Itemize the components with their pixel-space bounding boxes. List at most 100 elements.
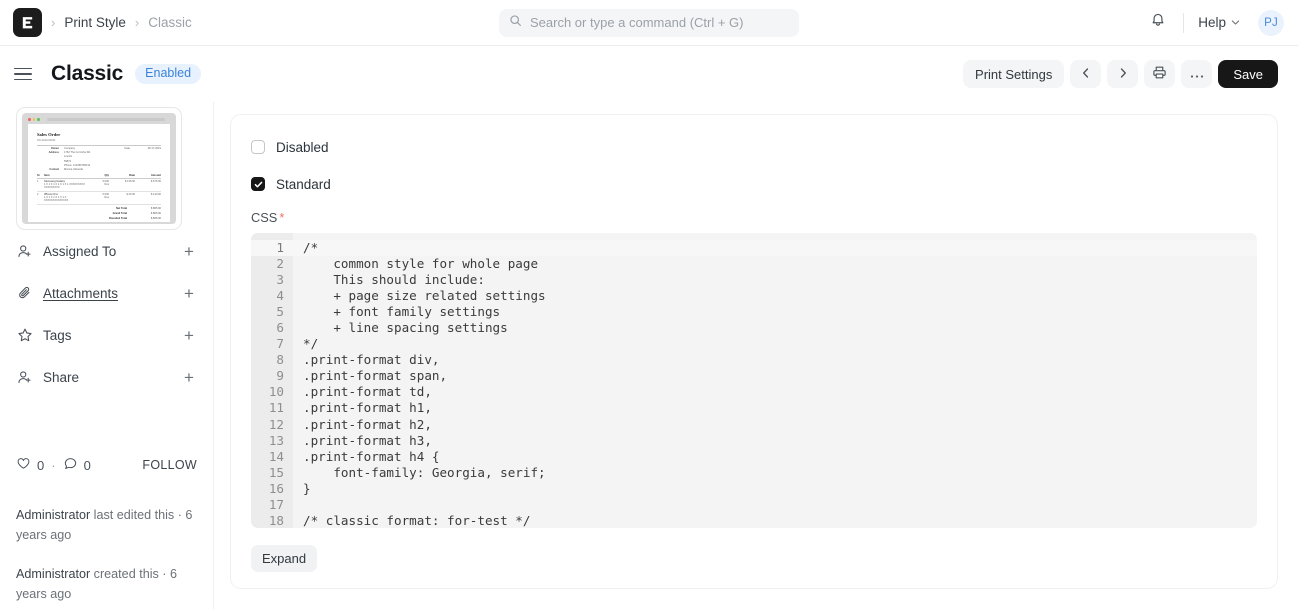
chevron-right-icon bbox=[1117, 67, 1129, 82]
editor-line-number: 6 bbox=[251, 320, 293, 336]
notifications-button[interactable] bbox=[1143, 8, 1173, 38]
thumb-field-label: Address bbox=[37, 151, 59, 154]
heart-icon bbox=[16, 456, 31, 474]
editor-line-number: 15 bbox=[251, 465, 293, 481]
comment-stat[interactable]: 0 bbox=[63, 456, 91, 474]
bell-icon bbox=[1150, 12, 1166, 33]
editor-code-area[interactable]: /* common style for whole page This shou… bbox=[293, 233, 1257, 528]
thumb-date-label: Date bbox=[125, 147, 130, 150]
created-actor: Administrator bbox=[16, 567, 90, 581]
prev-document-button[interactable] bbox=[1070, 60, 1101, 88]
editor-code-line[interactable]: font-family: Georgia, serif; bbox=[293, 465, 1257, 481]
editor-code-line[interactable]: /* classic format: for-test */ bbox=[293, 513, 1257, 528]
next-document-button[interactable] bbox=[1107, 60, 1138, 88]
thumbnail-doc-subtitle: SO-2019-00021 bbox=[37, 139, 161, 142]
last-edited-meta: Administrator last edited this · 6 years… bbox=[16, 506, 197, 545]
thumb-field-value: 59871 bbox=[64, 160, 71, 163]
editor-line-number: 4 bbox=[251, 288, 293, 304]
editor-code-line[interactable]: /* bbox=[293, 240, 1257, 256]
disabled-label: Disabled bbox=[276, 140, 329, 155]
thumbnail-titlebar bbox=[28, 118, 170, 121]
sidebar-item-label: Tags bbox=[43, 328, 181, 343]
thumb-field-value: 1762 The Corniche Rd. bbox=[64, 151, 91, 154]
share-user-icon bbox=[16, 369, 34, 385]
help-dropdown[interactable]: Help bbox=[1194, 12, 1244, 33]
editor-code-line[interactable]: } bbox=[293, 481, 1257, 497]
created-meta: Administrator created this · 6 years ago bbox=[16, 565, 197, 604]
thumbnail-total-row: Grand Total$ 805.00 bbox=[37, 212, 161, 215]
sidebar-item-label: Attachments bbox=[43, 286, 181, 301]
thumb-field-value: Monica Valverde bbox=[64, 168, 83, 171]
print-preview-thumbnail[interactable]: Sales Order SO-2019-00021 OwnerCompanyDa… bbox=[16, 107, 182, 230]
print-button[interactable] bbox=[1144, 60, 1175, 88]
editor-line-number: 17 bbox=[251, 497, 293, 513]
navbar-divider bbox=[1183, 13, 1184, 33]
hamburger-menu-icon[interactable] bbox=[14, 61, 40, 87]
more-actions-button[interactable] bbox=[1181, 60, 1212, 88]
checkbox-row-disabled[interactable]: Disabled bbox=[251, 133, 1257, 161]
sidebar: Sales Order SO-2019-00021 OwnerCompanyDa… bbox=[0, 102, 214, 609]
add-attachment-button[interactable]: + bbox=[181, 285, 197, 302]
page-title: Classic bbox=[51, 62, 123, 86]
sidebar-item-tags[interactable]: Tags + bbox=[16, 314, 197, 356]
checkbox-row-standard[interactable]: Standard bbox=[251, 170, 1257, 198]
editor-code-line[interactable]: .print-format td, bbox=[293, 384, 1257, 400]
page-header-actions: Print Settings bbox=[963, 60, 1278, 88]
sidebar-item-assigned-to[interactable]: Assigned To + bbox=[16, 230, 197, 272]
app-logo-icon[interactable] bbox=[13, 8, 42, 37]
editor-line-number: 8 bbox=[251, 352, 293, 368]
print-settings-button[interactable]: Print Settings bbox=[963, 60, 1064, 88]
follow-button[interactable]: FOLLOW bbox=[142, 458, 197, 472]
expand-button[interactable]: Expand bbox=[251, 545, 317, 572]
editor-code-line[interactable]: + line spacing settings bbox=[293, 320, 1257, 336]
breadcrumb-separator-0: › bbox=[51, 15, 55, 30]
breadcrumb-classic[interactable]: Classic bbox=[148, 15, 192, 30]
editor-code-line[interactable]: .print-format h4 { bbox=[293, 449, 1257, 465]
search-input[interactable] bbox=[530, 15, 789, 30]
editor-line-number: 9 bbox=[251, 368, 293, 384]
editor-code-line[interactable]: .print-format h3, bbox=[293, 433, 1257, 449]
sidebar-item-attachments[interactable]: Attachments + bbox=[16, 272, 197, 314]
breadcrumb-separator-1: › bbox=[135, 15, 139, 30]
standard-checkbox[interactable] bbox=[251, 177, 265, 191]
thumbnail-total-row: Rounded Total$ 805.00 bbox=[37, 217, 161, 220]
editor-code-line[interactable]: .print-format h2, bbox=[293, 417, 1257, 433]
editor-code-line[interactable]: common style for whole page bbox=[293, 256, 1257, 272]
sidebar-item-label: Share bbox=[43, 370, 181, 385]
editor-code-line[interactable]: .print-format h1, bbox=[293, 400, 1257, 416]
thumb-field-value: Phone: 123456789132 bbox=[64, 164, 90, 167]
disabled-checkbox[interactable] bbox=[251, 140, 265, 154]
editor-line-number: 1 bbox=[251, 240, 293, 256]
form-card: Disabled Standard CSS* 12345678910111213… bbox=[230, 114, 1278, 589]
add-share-button[interactable]: + bbox=[181, 369, 197, 386]
editor-code-line[interactable]: This should include: bbox=[293, 272, 1257, 288]
sidebar-item-label: Assigned To bbox=[43, 244, 181, 259]
editor-code-line[interactable]: + font family settings bbox=[293, 304, 1257, 320]
thumb-field-value: Lincoln bbox=[64, 155, 72, 158]
assign-user-icon bbox=[16, 243, 34, 259]
thumbnail-table-row: 2 iPhone 8 to1 X 1 X 1 X 1 X 1 X XXXXXXX… bbox=[37, 192, 161, 205]
editor-code-line[interactable]: .print-format div, bbox=[293, 352, 1257, 368]
last-edited-actor: Administrator bbox=[16, 508, 90, 522]
save-button[interactable]: Save bbox=[1218, 60, 1278, 88]
thumbnail-total-row: Net Total$ 805.00 bbox=[37, 207, 161, 210]
printer-icon bbox=[1152, 65, 1167, 83]
editor-code-line[interactable]: + page size related settings bbox=[293, 288, 1257, 304]
editor-code-line[interactable]: */ bbox=[293, 336, 1257, 352]
comment-count: 0 bbox=[84, 458, 91, 473]
like-stat[interactable]: 0 bbox=[16, 456, 44, 474]
search-box[interactable] bbox=[499, 9, 799, 37]
add-assignment-button[interactable]: + bbox=[181, 243, 197, 260]
search-icon bbox=[509, 14, 522, 32]
chevron-down-icon bbox=[1231, 15, 1240, 30]
like-count: 0 bbox=[37, 458, 44, 473]
css-code-editor[interactable]: 123456789101112131415161718 /* common st… bbox=[251, 233, 1257, 528]
breadcrumb-print-style[interactable]: Print Style bbox=[64, 15, 126, 30]
add-tag-button[interactable]: + bbox=[181, 327, 197, 344]
sidebar-item-share[interactable]: Share + bbox=[16, 356, 197, 398]
global-search bbox=[499, 9, 799, 37]
editor-code-line[interactable] bbox=[293, 497, 1257, 513]
editor-line-number: 13 bbox=[251, 433, 293, 449]
editor-code-line[interactable]: .print-format span, bbox=[293, 368, 1257, 384]
user-avatar[interactable]: PJ bbox=[1258, 10, 1284, 36]
